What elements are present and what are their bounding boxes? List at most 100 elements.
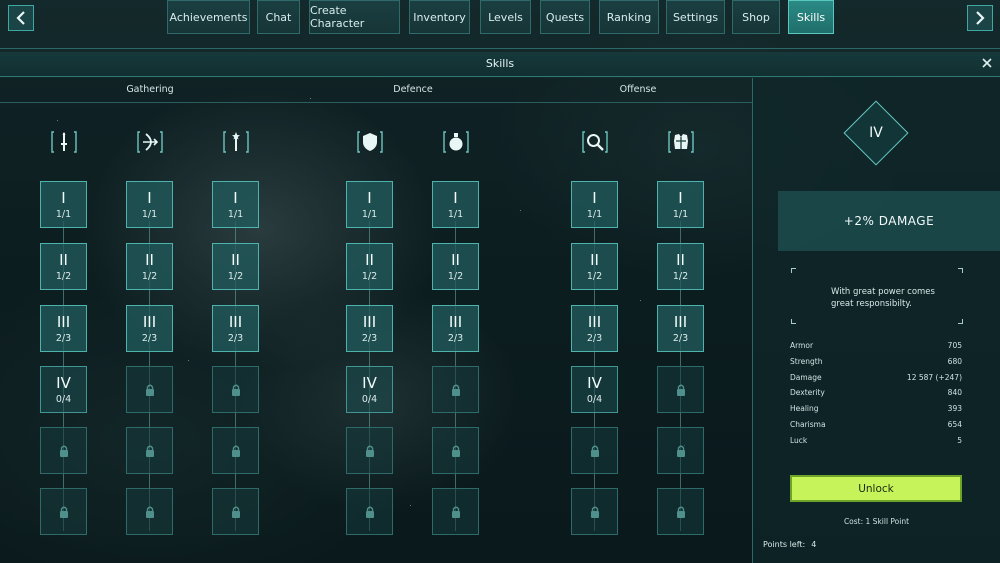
tab-quests[interactable]: Quests xyxy=(540,0,590,34)
skill-node[interactable] xyxy=(346,488,393,535)
stat-value: 705 xyxy=(947,341,962,350)
tab-settings[interactable]: Settings xyxy=(666,0,725,34)
skill-node-tier: III xyxy=(448,312,463,331)
stat-row-strength: Strength 680 xyxy=(790,357,962,373)
skill-node[interactable]: IV 0/4 xyxy=(40,366,87,413)
points-left: Points left: 4 xyxy=(763,540,816,549)
unlock-button[interactable]: Unlock xyxy=(790,475,962,502)
skill-node[interactable]: II 1/2 xyxy=(40,243,87,290)
skill-node[interactable] xyxy=(212,427,259,474)
skill-node[interactable]: IV 0/4 xyxy=(571,366,618,413)
skill-node[interactable]: I 1/1 xyxy=(212,181,259,228)
lock-icon xyxy=(451,445,460,457)
skill-node[interactable]: I 1/1 xyxy=(126,181,173,228)
skill-node[interactable]: III 2/3 xyxy=(346,305,393,352)
skill-node[interactable] xyxy=(571,427,618,474)
branch-potion-icon[interactable] xyxy=(442,128,470,156)
skill-node[interactable]: II 1/2 xyxy=(571,243,618,290)
skill-node-count: 1/2 xyxy=(672,270,689,282)
skill-node[interactable] xyxy=(40,488,87,535)
skill-node[interactable] xyxy=(126,488,173,535)
skill-node[interactable]: III 2/3 xyxy=(432,305,479,352)
skill-node[interactable] xyxy=(432,366,479,413)
skill-node[interactable]: III 2/3 xyxy=(571,305,618,352)
tab-ranking[interactable]: Ranking xyxy=(599,0,659,34)
category-offense: Offense xyxy=(619,84,657,95)
skill-node[interactable]: III 2/3 xyxy=(126,305,173,352)
skill-node[interactable] xyxy=(657,488,704,535)
tab-chat[interactable]: Chat xyxy=(257,0,300,34)
skill-node[interactable] xyxy=(346,427,393,474)
nav-next-button[interactable] xyxy=(967,5,993,31)
skill-node[interactable] xyxy=(657,427,704,474)
branch-shield-icon[interactable] xyxy=(356,128,384,156)
tab-achievements[interactable]: Achievements xyxy=(167,0,250,34)
skill-node[interactable]: II 1/2 xyxy=(657,243,704,290)
branch-magnifier-icon[interactable] xyxy=(581,128,609,156)
skill-detail-panel: IV +2% DAMAGE With great power comes gre… xyxy=(753,78,1000,563)
tab-shop[interactable]: Shop xyxy=(732,0,780,34)
nav-prev-button[interactable] xyxy=(8,5,34,31)
skill-node-tier: II xyxy=(145,250,154,269)
skill-node[interactable] xyxy=(657,366,704,413)
close-icon[interactable] xyxy=(980,56,994,70)
skill-node[interactable]: II 1/2 xyxy=(126,243,173,290)
skill-node[interactable]: III 2/3 xyxy=(657,305,704,352)
skill-node-count: 0/4 xyxy=(55,393,72,405)
branch-magic-wand-icon[interactable] xyxy=(222,128,250,156)
category-divider xyxy=(0,102,752,103)
stats-list: Armor 705 Strength 680 Damage 12 587 (+247) De… xyxy=(790,341,962,452)
skill-node[interactable]: II 1/2 xyxy=(212,243,259,290)
skill-node[interactable] xyxy=(212,488,259,535)
tab-inventory[interactable]: Inventory xyxy=(409,0,470,34)
skill-node-tier: IV xyxy=(56,373,71,392)
skill-node[interactable] xyxy=(571,488,618,535)
lock-icon xyxy=(676,384,685,396)
stat-label: Damage xyxy=(790,372,822,382)
skill-node-count: 1/2 xyxy=(141,270,158,282)
stat-value: 680 xyxy=(947,356,962,366)
skill-node[interactable] xyxy=(126,366,173,413)
frame-corner xyxy=(791,268,796,273)
skill-node-tier: II xyxy=(231,250,240,269)
skill-node[interactable] xyxy=(212,366,259,413)
skill-node-tier: III xyxy=(56,312,71,331)
branch-bow-arrow-icon[interactable] xyxy=(136,128,164,156)
skill-node[interactable] xyxy=(126,427,173,474)
skill-node[interactable]: II 1/2 xyxy=(346,243,393,290)
skill-node[interactable] xyxy=(432,488,479,535)
skill-node[interactable]: IV 0/4 xyxy=(346,366,393,413)
branch-sword-icon[interactable] xyxy=(50,128,78,156)
skill-node[interactable] xyxy=(432,427,479,474)
stat-value: 393 xyxy=(947,404,962,414)
skill-node[interactable]: I 1/1 xyxy=(40,181,87,228)
skill-node[interactable]: III 2/3 xyxy=(212,305,259,352)
skill-node-count: 1/2 xyxy=(361,270,378,282)
tab-skills[interactable]: Skills xyxy=(788,0,834,34)
skill-node[interactable]: I 1/1 xyxy=(346,181,393,228)
skill-node-count: 1/1 xyxy=(55,208,72,220)
tab-levels[interactable]: Levels xyxy=(480,0,531,34)
skill-node-tier: I xyxy=(61,188,66,207)
skill-node-count: 2/3 xyxy=(447,332,464,344)
tab-create-character[interactable]: Create Character xyxy=(309,0,400,34)
skill-node[interactable] xyxy=(40,427,87,474)
skill-node-count: 2/3 xyxy=(361,332,378,344)
lock-icon xyxy=(231,384,240,396)
skill-node[interactable]: I 1/1 xyxy=(657,181,704,228)
skill-node-tier: I xyxy=(147,188,152,207)
panel-title: Skills xyxy=(485,57,515,70)
branch-armor-icon[interactable] xyxy=(667,128,695,156)
stat-value: 5 xyxy=(957,435,962,445)
skill-node-tier: IV xyxy=(587,373,602,392)
skill-node-tier: II xyxy=(451,250,460,269)
skill-node[interactable]: III 2/3 xyxy=(40,305,87,352)
skill-node[interactable]: II 1/2 xyxy=(432,243,479,290)
skill-node-count: 1/1 xyxy=(672,208,689,220)
lock-icon xyxy=(231,506,240,518)
skill-node-tier: II xyxy=(676,250,685,269)
frame-corner xyxy=(958,268,963,273)
skill-node[interactable]: I 1/1 xyxy=(432,181,479,228)
skill-node[interactable]: I 1/1 xyxy=(571,181,618,228)
stat-row-damage: Damage 12 587 (+247) xyxy=(790,373,962,389)
